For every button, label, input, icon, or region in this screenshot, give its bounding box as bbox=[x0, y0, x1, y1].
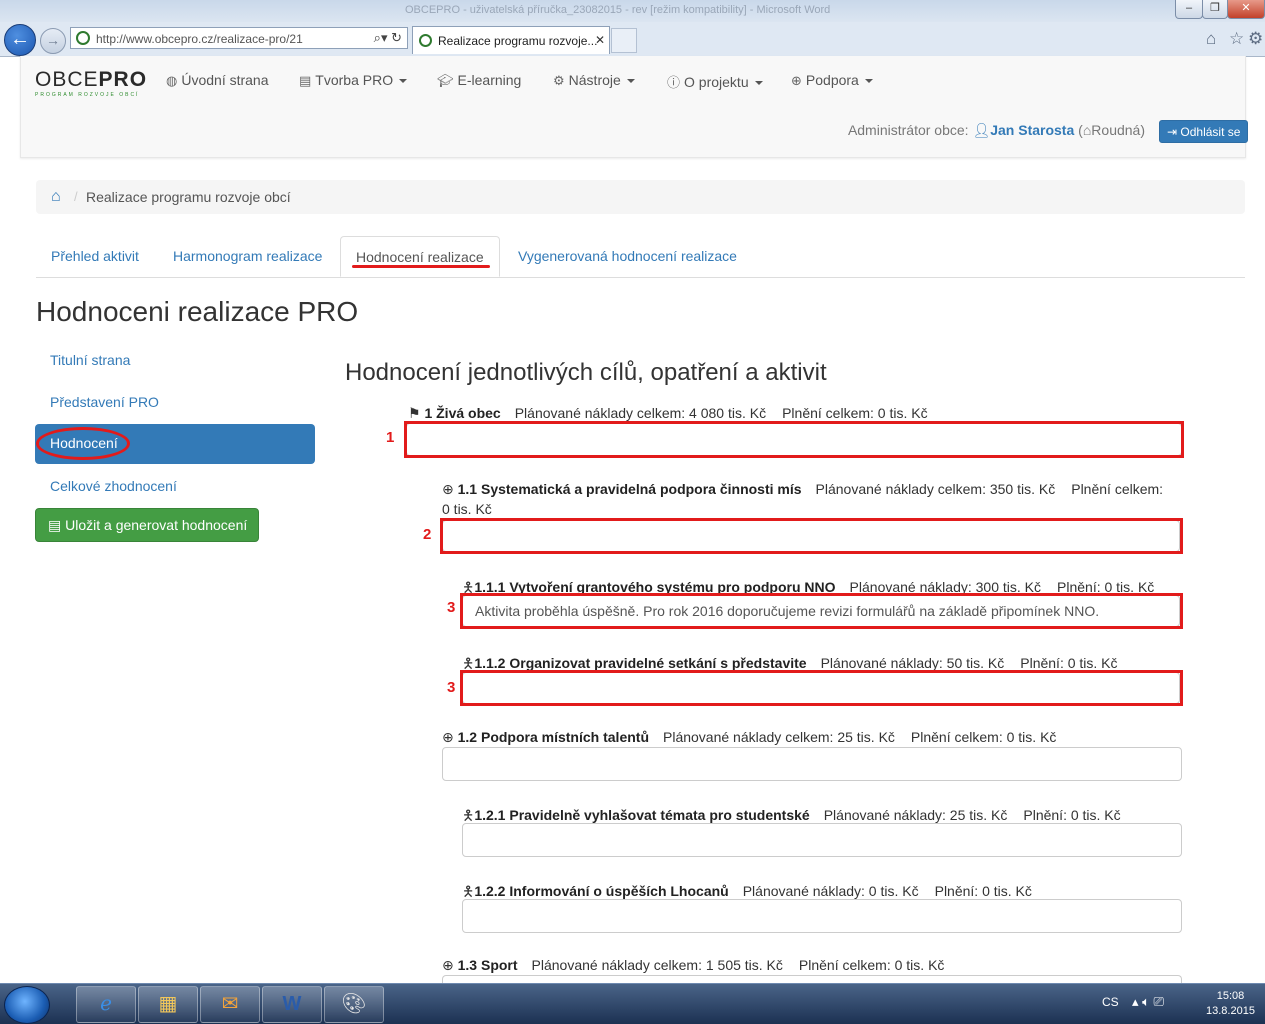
save-and-generate-button[interactable]: ▤ Uložit a generovat hodnocení bbox=[35, 508, 259, 542]
annotation-box bbox=[440, 518, 1183, 554]
lifebuoy-icon: ⊕ bbox=[442, 481, 454, 497]
back-arrow-icon[interactable]: ← bbox=[4, 24, 36, 56]
goal-header: ⚑ 1 Živá obec Plánované náklady celkem: 4… bbox=[408, 405, 928, 421]
breadcrumb-separator: / bbox=[74, 189, 78, 204]
search-icon[interactable]: ⌕ bbox=[374, 30, 381, 45]
window-titlebar: OBCEPRO - uživatelská příručka_23082015 … bbox=[0, 0, 1265, 22]
sidebar-item-celkove-zhodnoceni[interactable]: Celkové zhodnocení bbox=[50, 478, 177, 494]
flag-icon: ⚑ bbox=[408, 405, 421, 421]
caret-down-icon bbox=[754, 81, 763, 86]
nav-nastroje[interactable]: ⚙ Nástroje bbox=[553, 72, 635, 89]
star-icon[interactable]: ☆ bbox=[1229, 29, 1244, 49]
new-tab-button[interactable] bbox=[611, 28, 637, 53]
info-icon: ⓘ bbox=[667, 75, 681, 90]
minimize-button[interactable]: – bbox=[1175, 0, 1203, 19]
annotation-number: 3 bbox=[447, 599, 456, 616]
obcepro-logo[interactable]: OBCEPRO PROGRAM ROZVOJE OBCÍ bbox=[35, 69, 147, 99]
tray-icons[interactable]: ▴ 🔈︎ ⎚ bbox=[1132, 994, 1164, 1010]
nav-e-learning[interactable]: 🎓︎ E-learning bbox=[437, 72, 521, 89]
close-tab-icon[interactable]: ✕ bbox=[595, 33, 605, 47]
measure-header: ⊕ 1.3 Sport Plánované náklady celkem: 1 5… bbox=[442, 957, 945, 973]
tab-title: Realizace programu rozvoje... bbox=[438, 34, 598, 48]
outlook-icon[interactable]: ✉ bbox=[200, 986, 260, 1023]
admin-name-link[interactable]: Jan Starosta bbox=[990, 122, 1074, 138]
site-navbar: OBCEPRO PROGRAM ROZVOJE OBCÍ ◍ Úvodní str… bbox=[20, 56, 1249, 158]
caret-down-icon bbox=[864, 79, 873, 84]
measure-header: ⊕ 1.1 Systematická a pravidelná podpora … bbox=[442, 481, 1164, 497]
evaluation-textarea[interactable] bbox=[442, 747, 1182, 781]
document-icon: ▤ bbox=[48, 517, 62, 533]
lifebuoy-icon: ⊕ bbox=[442, 957, 454, 973]
nav-o-projektu[interactable]: ⓘ O projektu bbox=[667, 72, 763, 91]
annotation-underline bbox=[352, 265, 490, 268]
home-icon[interactable]: ⌂ bbox=[1206, 29, 1216, 49]
annotation-number: 3 bbox=[447, 679, 456, 696]
nav-podpora[interactable]: ⊕ Podpora bbox=[791, 72, 873, 89]
tab-harmonogram-realizace[interactable]: Harmonogram realizace bbox=[173, 236, 322, 276]
tab-prehled-aktivit[interactable]: Přehled aktivit bbox=[51, 236, 139, 276]
annotation-box bbox=[460, 593, 1183, 629]
lifebuoy-icon: ⊕ bbox=[791, 73, 802, 88]
forward-arrow-icon[interactable]: → bbox=[40, 28, 66, 54]
annotation-box bbox=[460, 670, 1183, 706]
evaluation-textarea[interactable] bbox=[462, 823, 1182, 857]
browser-chrome: OBCEPRO - uživatelská příručka_23082015 … bbox=[0, 0, 1265, 57]
breadcrumb: ⌂ / Realizace programu rozvoje obcí bbox=[36, 180, 1245, 214]
annotation-box bbox=[404, 421, 1184, 458]
sidebar-item-predstaveni-pro[interactable]: Představení PRO bbox=[50, 394, 159, 410]
window-title: OBCEPRO - uživatelská příručka_23082015 … bbox=[405, 4, 831, 16]
user-icon: 👤︎ bbox=[972, 122, 991, 138]
child-icon: 🯅︎ bbox=[462, 655, 475, 671]
file-explorer-icon[interactable]: ▦ bbox=[138, 986, 198, 1023]
word-icon[interactable]: W bbox=[262, 986, 322, 1023]
maximize-button[interactable]: ❐ bbox=[1202, 0, 1228, 19]
sign-out-icon: ⇥ bbox=[1167, 125, 1178, 139]
windows-taskbar: ℯ ▦ ✉ W 🎨︎ CS ▴ 🔈︎ ⎚ 15:08 13.8.2015 bbox=[0, 983, 1265, 1024]
gear-icon[interactable]: ⚙ bbox=[1248, 29, 1263, 49]
nav-uvodni-strana[interactable]: ◍ Úvodní strana bbox=[166, 72, 269, 89]
lifebuoy-icon: ⊕ bbox=[442, 729, 454, 745]
graduation-cap-icon: 🎓︎ bbox=[437, 73, 454, 88]
annotation-number: 1 bbox=[386, 429, 395, 446]
tab-favicon-icon bbox=[419, 34, 432, 47]
child-icon: 🯅︎ bbox=[462, 807, 475, 823]
refresh-icon[interactable]: ↻ bbox=[391, 30, 402, 45]
system-clock[interactable]: 15:08 13.8.2015 bbox=[1206, 989, 1255, 1019]
address-url: http://www.obcepro.cz/realizace-pro/21 bbox=[96, 32, 303, 46]
close-window-button[interactable]: ✕ bbox=[1227, 0, 1265, 19]
annotation-number: 2 bbox=[423, 526, 432, 543]
globe-icon: ◍ bbox=[166, 73, 178, 88]
home-icon[interactable]: ⌂ bbox=[51, 188, 61, 206]
paint-icon[interactable]: 🎨︎ bbox=[324, 986, 384, 1023]
document-icon: ▤ bbox=[299, 73, 312, 88]
internet-explorer-icon[interactable]: ℯ bbox=[76, 986, 136, 1023]
address-bar[interactable]: http://www.obcepro.cz/realizace-pro/21 ⌕… bbox=[70, 27, 408, 49]
evaluation-textarea[interactable] bbox=[462, 899, 1182, 933]
measure-header-wrap: 0 tis. Kč bbox=[442, 501, 492, 517]
start-button[interactable] bbox=[4, 986, 50, 1024]
caret-down-icon bbox=[399, 79, 408, 84]
admin-info: Administrátor obce: 👤︎Jan Starosta (⌂Rou… bbox=[847, 122, 1145, 138]
sidebar-item-titulni-strana[interactable]: Titulní strana bbox=[50, 352, 130, 368]
child-icon: 🯅︎ bbox=[462, 883, 475, 899]
tab-hodnoceni-realizace[interactable]: Hodnocení realizace bbox=[340, 236, 500, 277]
browser-tab[interactable]: Realizace programu rozvoje... ✕ bbox=[412, 26, 610, 54]
site-favicon-icon bbox=[76, 31, 90, 45]
page-title: Hodnoceni realizace PRO bbox=[36, 296, 359, 327]
measure-header: ⊕ 1.2 Podpora místních talentů Plánované … bbox=[442, 729, 1057, 745]
logout-button[interactable]: ⇥ Odhlásit se bbox=[1159, 120, 1249, 143]
cogs-icon: ⚙ bbox=[553, 73, 565, 88]
language-indicator[interactable]: CS bbox=[1102, 995, 1119, 1009]
section-title: Hodnocení jednotlivých cílů, opatření a … bbox=[345, 359, 827, 386]
tabs-bar: Přehled aktivit Harmonogram realizace Ho… bbox=[36, 236, 1245, 278]
tab-vygenerovana-hodnoceni[interactable]: Vygenerovaná hodnocení realizace bbox=[518, 236, 737, 276]
nav-tvorba-pro[interactable]: ▤ Tvorba PRO bbox=[299, 72, 408, 89]
caret-down-icon bbox=[626, 79, 635, 84]
annotation-ellipse bbox=[36, 427, 130, 460]
breadcrumb-current: Realizace programu rozvoje obcí bbox=[86, 189, 291, 205]
